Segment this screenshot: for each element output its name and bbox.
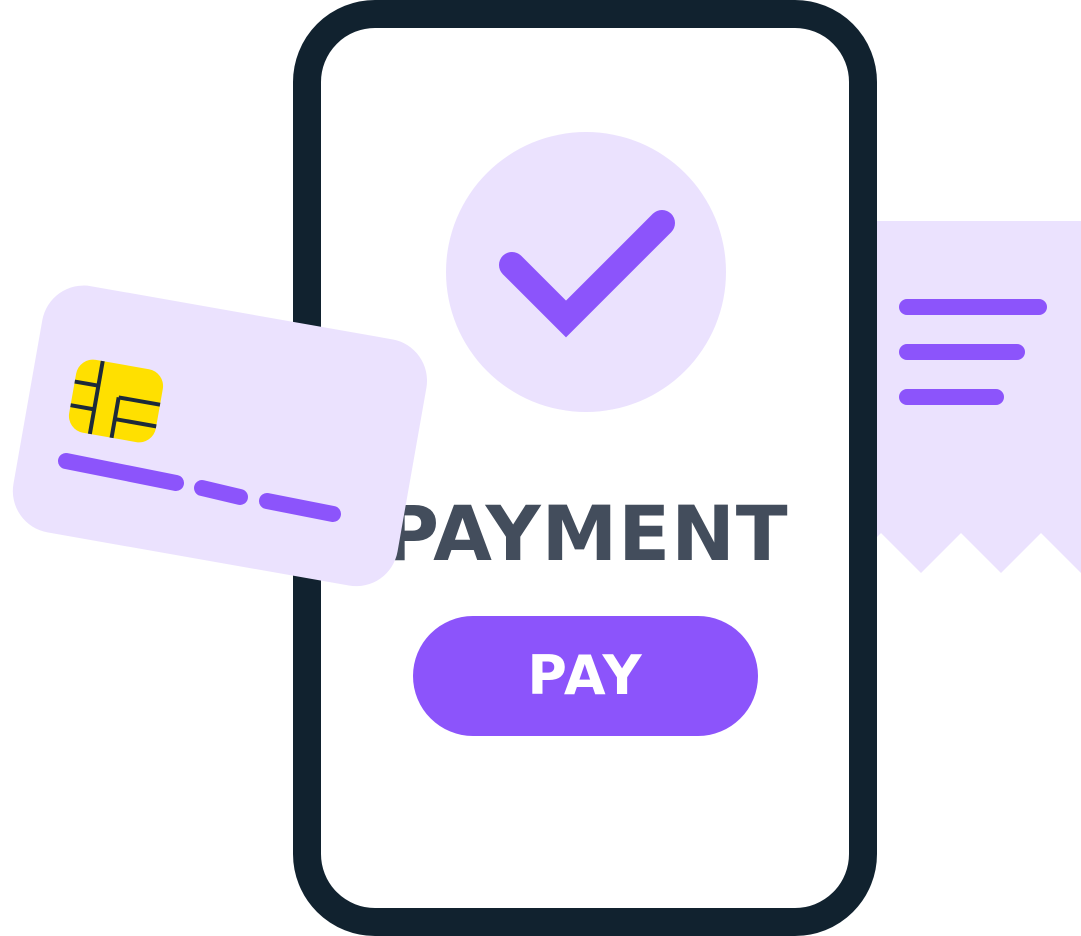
pay-button[interactable]: PAY [413,616,758,736]
receipt-icon [875,221,1081,573]
credit-card-icon [12,285,428,587]
card-number-segment-2 [194,480,248,505]
payment-illustration: PAYMENT PAY [0,0,1081,936]
card-chip-icon [68,359,164,443]
checkmark-icon [446,132,726,412]
